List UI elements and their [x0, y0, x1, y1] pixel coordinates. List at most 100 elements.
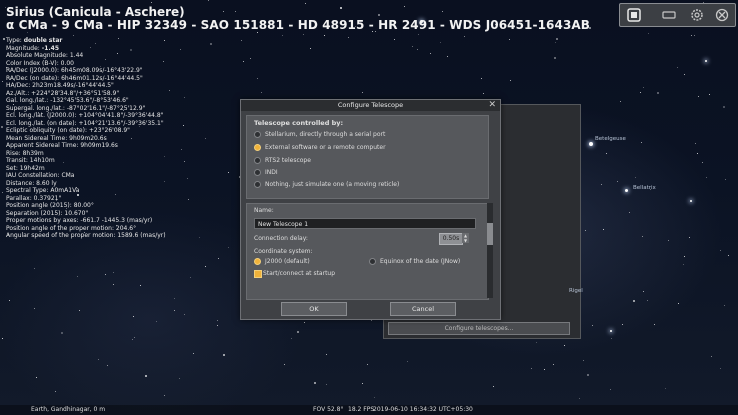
control-option-simulate[interactable]: Nothing, just simulate one (a moving ret… [254, 181, 399, 189]
star [493, 386, 494, 387]
gear-icon[interactable] [690, 8, 704, 22]
star [544, 369, 545, 370]
star [257, 32, 258, 33]
radio-button[interactable] [254, 181, 261, 188]
star [553, 364, 554, 365]
star [371, 320, 372, 321]
star [556, 38, 558, 40]
control-option-indi[interactable]: INDI [254, 169, 278, 177]
control-option-rts2[interactable]: RTS2 telescope [254, 157, 311, 165]
star [531, 368, 532, 369]
star [724, 305, 725, 306]
coord-option-jnow[interactable]: Equinox of the date (JNow) [369, 258, 460, 266]
star [77, 276, 78, 277]
star [367, 364, 368, 365]
star [107, 365, 108, 366]
star [635, 177, 636, 178]
star [610, 389, 611, 390]
star [133, 316, 134, 317]
star [620, 101, 621, 102]
info-line: Absolute Magnitude: 1.44 [6, 52, 84, 59]
scrollbar-thumb[interactable] [487, 223, 493, 245]
star [374, 397, 375, 398]
option-label: External software or a remote computer [265, 144, 386, 151]
control-option-serial[interactable]: Stellarium, directly through a serial po… [254, 131, 385, 139]
star [190, 277, 191, 278]
star [483, 93, 484, 94]
radio-button[interactable] [254, 169, 261, 176]
star [297, 331, 299, 333]
radio-button[interactable] [254, 131, 261, 138]
minimize-icon[interactable] [662, 8, 676, 22]
info-line: Position angle of the proper motion: 204… [6, 224, 137, 232]
telescope-name-input[interactable]: New Telescope 1 [254, 218, 476, 229]
control-option-external[interactable]: External software or a remote computer [254, 144, 386, 152]
star [174, 298, 175, 299]
settings-scrollbar[interactable] [487, 203, 493, 298]
star [695, 143, 696, 144]
ok-button[interactable]: OK [281, 302, 347, 316]
info-line: Separation (2015): 10.670" [6, 209, 89, 217]
star [579, 398, 580, 399]
info-line: Angular speed of the proper motion: 1589… [6, 232, 166, 239]
star [642, 236, 643, 237]
star [228, 247, 229, 248]
star [643, 291, 644, 292]
star [698, 96, 699, 97]
star [720, 368, 721, 369]
configure-telescopes-button[interactable]: Configure telescopes... [388, 322, 570, 335]
star [113, 272, 114, 273]
info-line: Ecliptic obliquity (on date): +23°26'08.… [6, 127, 130, 134]
star [105, 274, 106, 275]
radio-button[interactable] [369, 258, 376, 265]
star [223, 354, 225, 356]
status-fps: 18.2 FPS [348, 406, 375, 413]
radio-button-selected[interactable] [254, 144, 261, 151]
cancel-button[interactable]: Cancel [390, 302, 456, 316]
controlled-by-heading: Telescope controlled by: [254, 119, 344, 127]
star [447, 56, 448, 57]
power-icon[interactable] [715, 8, 729, 22]
star [326, 384, 327, 385]
radio-button[interactable] [254, 157, 261, 164]
status-location: Earth, Gandhinagar, 0 m [31, 406, 106, 413]
delay-spinner[interactable]: ▲ ▼ [462, 233, 469, 243]
star [647, 300, 648, 301]
star [442, 11, 443, 12]
star [430, 53, 431, 54]
star [481, 78, 482, 79]
star [284, 364, 285, 365]
star [585, 230, 586, 231]
label-rigel: Rigel [569, 288, 583, 294]
info-line: RA/Dec (on date): 6h46m01.12s/-16°44'44.… [6, 74, 143, 82]
star [326, 354, 327, 355]
star [2, 338, 3, 339]
close-icon[interactable]: ✕ [488, 100, 496, 111]
startup-checkbox[interactable] [254, 270, 262, 278]
star [678, 303, 679, 304]
option-label: J2000 (default) [265, 258, 310, 265]
info-line: Rise: 8h39m [6, 149, 44, 157]
star [648, 33, 649, 34]
star [592, 325, 593, 326]
fullscreen-icon[interactable] [627, 8, 641, 22]
star [179, 378, 180, 379]
label-betelgeuse: Betelgeuse [595, 136, 626, 142]
radio-button-selected[interactable] [254, 258, 261, 265]
star [27, 32, 28, 33]
star [697, 153, 698, 154]
star [218, 258, 219, 259]
star [34, 308, 35, 309]
star [583, 360, 584, 361]
option-label: INDI [265, 169, 278, 176]
star [34, 268, 35, 269]
option-label: Stellarium, directly through a serial po… [265, 131, 386, 138]
star [587, 374, 589, 376]
info-line: RA/Dec (J2000.0): 6h45m08.09s/-16°43'22.… [6, 67, 143, 74]
star [79, 310, 80, 311]
object-designations: α CMa - 9 CMa - HIP 32349 - SAO 151881 -… [6, 18, 591, 32]
coord-option-j2000[interactable]: J2000 (default) [254, 258, 310, 266]
star [193, 353, 194, 354]
connection-delay-input[interactable]: 0.50s [439, 233, 463, 245]
star [378, 14, 380, 16]
